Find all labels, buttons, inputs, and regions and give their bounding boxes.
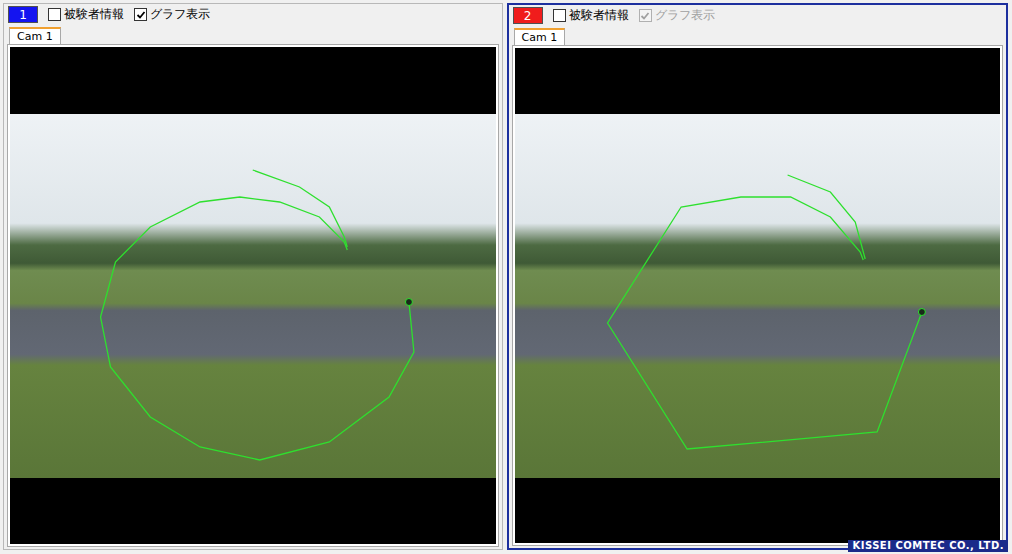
check-icon — [136, 10, 146, 20]
trajectory-chart — [10, 114, 496, 478]
camera-panel[interactable]: 1 被験者情報 グラフ表示 Cam 1 — [3, 3, 503, 550]
panel-number-badge: 2 — [513, 7, 543, 24]
panel-number-badge: 1 — [8, 6, 38, 23]
checkbox-box — [639, 9, 652, 22]
checkbox[interactable]: 被験者情報 — [48, 6, 124, 23]
trajectory-chart — [515, 114, 1001, 478]
checkbox[interactable]: グラフ表示 — [134, 6, 210, 23]
checkbox-label: グラフ表示 — [655, 7, 715, 24]
camera-panel[interactable]: 2 被験者情報 グラフ表示 Cam 1 — [507, 3, 1009, 550]
trajectory-line — [253, 170, 348, 247]
checkbox-box[interactable] — [553, 9, 566, 22]
panel-header: 1 被験者情報 グラフ表示 — [8, 5, 498, 27]
checkbox-label: 被験者情報 — [569, 7, 629, 24]
video-frame — [515, 114, 1001, 478]
video-frame — [10, 114, 496, 478]
panel-header: 2 被験者情報 グラフ表示 — [513, 6, 1003, 28]
video-view — [8, 45, 498, 546]
checkbox-box[interactable] — [134, 8, 147, 21]
club-head-marker — [918, 308, 925, 315]
trajectory-line — [787, 175, 865, 259]
camera-tab[interactable]: Cam 1 — [514, 28, 566, 46]
video-view — [513, 46, 1003, 545]
trajectory-line — [101, 197, 414, 460]
trajectory-line — [607, 197, 921, 449]
check-icon — [640, 11, 650, 21]
watermark: KISSEI COMTEC CO., LTD. — [848, 540, 1008, 552]
checkbox-label: グラフ表示 — [150, 6, 210, 23]
app-window: 1 被験者情報 グラフ表示 Cam 1 2 被験者情報 グラフ表示 Cam 1 KISSEI C… — [0, 0, 1012, 554]
checkbox[interactable]: 被験者情報 — [553, 7, 629, 24]
checkbox-box[interactable] — [48, 8, 61, 21]
camera-tab[interactable]: Cam 1 — [9, 27, 61, 45]
checkbox: グラフ表示 — [639, 7, 715, 24]
tab-strip: Cam 1 — [8, 27, 498, 45]
club-head-marker — [405, 298, 412, 305]
tab-strip: Cam 1 — [513, 28, 1003, 46]
checkbox-label: 被験者情報 — [64, 6, 124, 23]
